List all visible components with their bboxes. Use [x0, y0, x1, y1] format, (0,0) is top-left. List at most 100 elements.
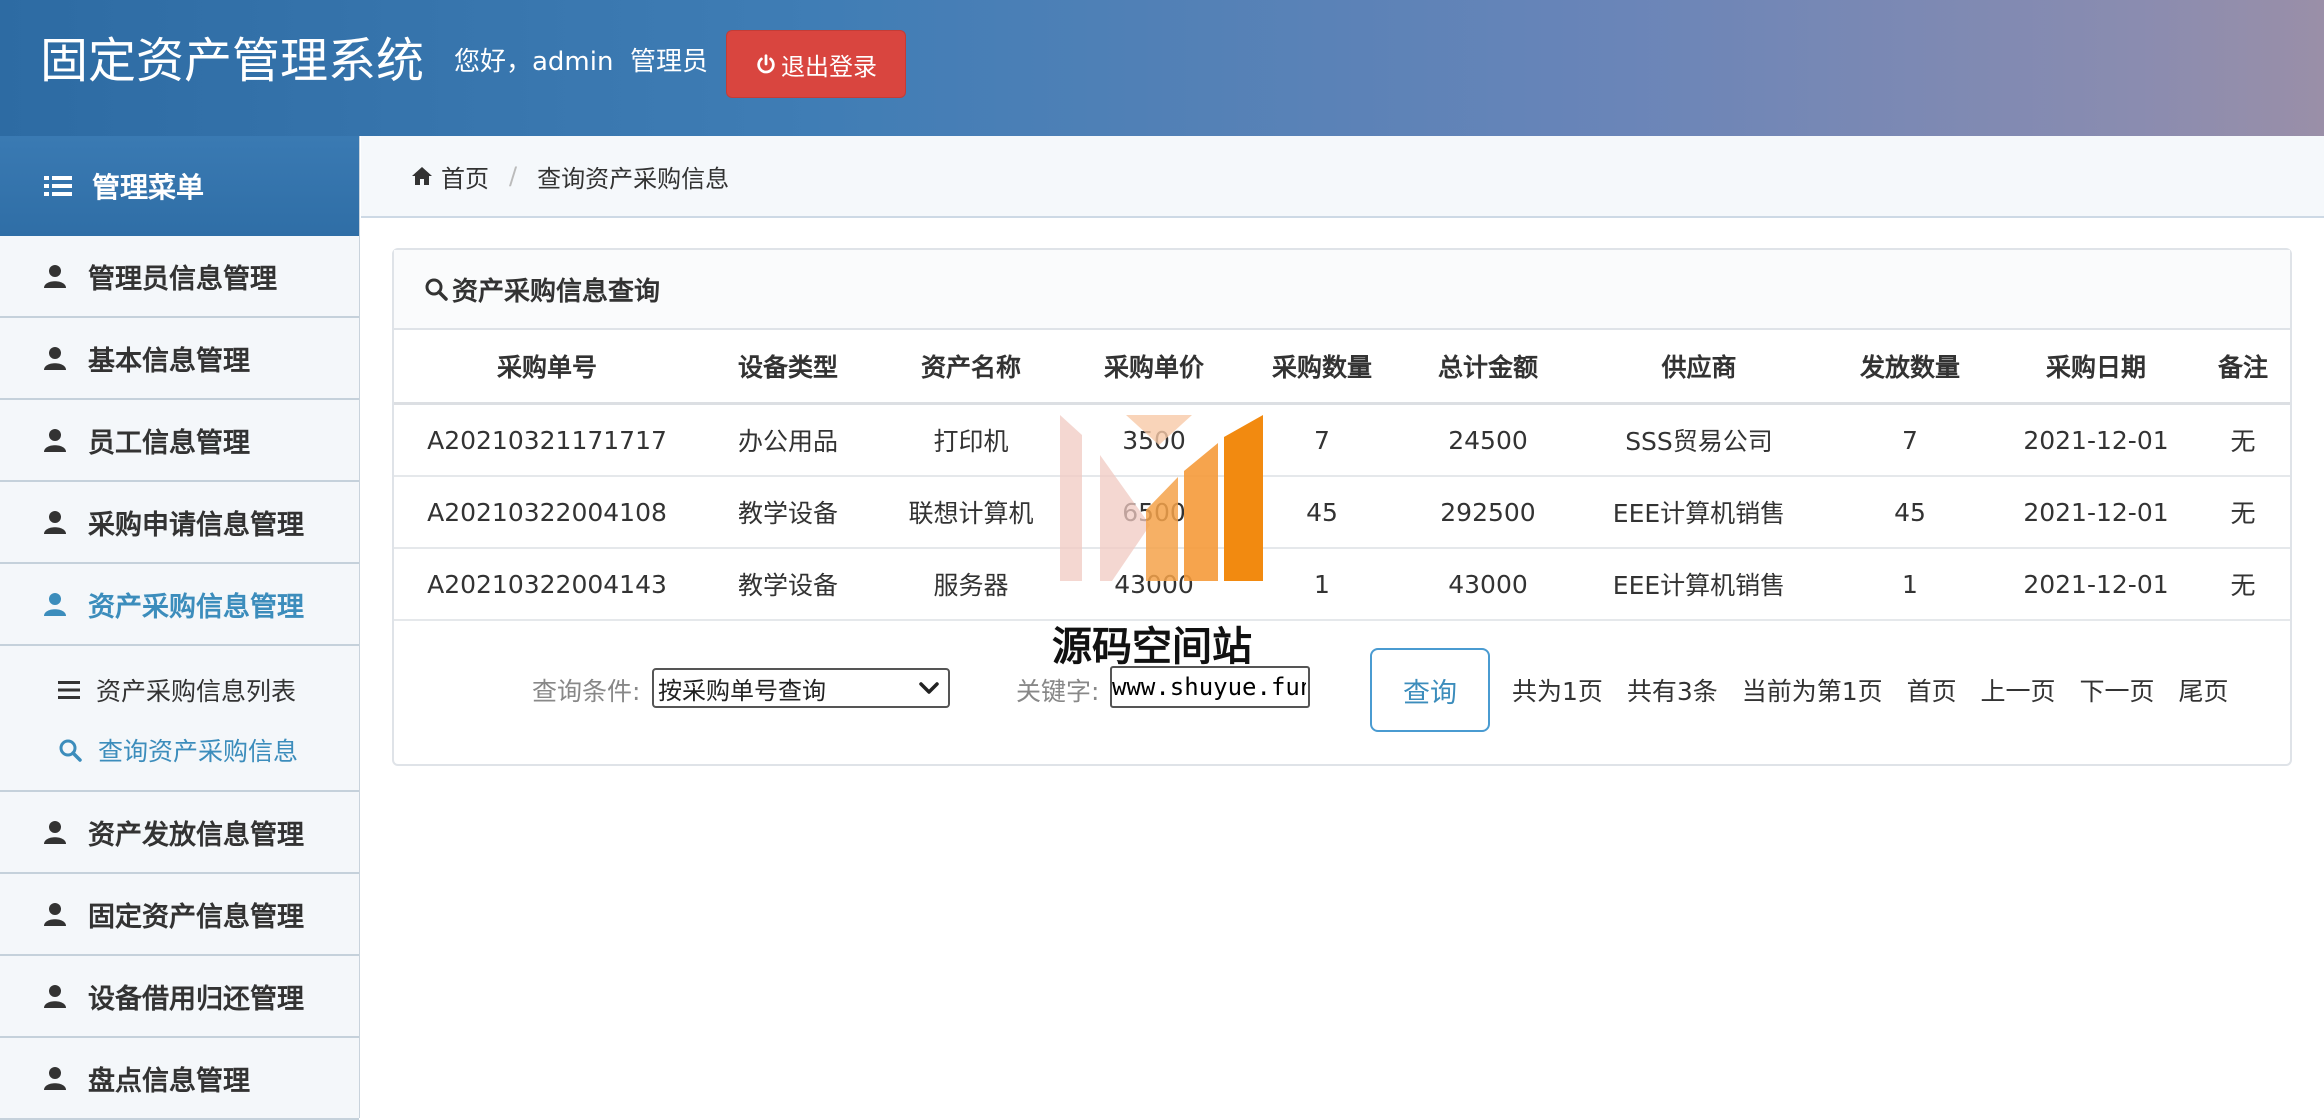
column-header: 资产名称 [876, 330, 1066, 405]
column-header: 总计金额 [1402, 330, 1574, 405]
table-cell: A20210321171717 [394, 403, 700, 477]
total-records: 共有3条 [1626, 677, 1718, 706]
top-header: 固定资产管理系统 您好，admin 管理员 退出登录 [0, 0, 2324, 136]
search-bar: 查询条件: 按采购单号查询 关键字: 查询 共为1页 共有3条 当前为第1页 首… [394, 648, 2290, 732]
condition-select[interactable]: 按采购单号查询 [652, 668, 950, 708]
table-header-row: 采购单号 设备类型 资产名称 采购单价 采购数量 总计金额 供应商 发放数量 采… [394, 330, 2290, 405]
table-cell: 无 [2196, 548, 2290, 621]
home-icon [412, 167, 432, 185]
table-cell: 24500 [1402, 403, 1574, 477]
submenu-item-label: 查询资产采购信息 [98, 737, 299, 766]
table-cell: EEE计算机销售 [1574, 476, 1824, 549]
table-cell: 7 [1824, 403, 1996, 477]
table-cell: 292500 [1402, 476, 1574, 549]
sidebar-item-label: 基本信息管理 [88, 345, 250, 377]
table-cell: 45 [1824, 476, 1996, 549]
table-cell: EEE计算机销售 [1574, 548, 1824, 621]
sidebar-item-employee-info[interactable]: 员工信息管理 [0, 400, 359, 482]
table-row: A20210322004143 教学设备 服务器 43000 1 43000 E… [394, 548, 2290, 621]
column-header: 采购单价 [1066, 330, 1242, 405]
sidebar-item-purchase-request[interactable]: 采购申请信息管理 [0, 482, 359, 564]
first-page-link[interactable]: 首页 [1907, 677, 1957, 706]
query-button[interactable]: 查询 [1370, 648, 1490, 732]
panel-header: 资产采购信息查询 [394, 250, 2290, 330]
pagination: 共为1页 共有3条 当前为第1页 首页 上一页 下一页 尾页 [1512, 672, 2245, 708]
table-cell: 打印机 [876, 403, 1066, 477]
purchase-table: 采购单号 设备类型 资产名称 采购单价 采购数量 总计金额 供应商 发放数量 采… [394, 330, 2290, 621]
table-cell: 服务器 [876, 548, 1066, 621]
last-page-link[interactable]: 尾页 [2178, 677, 2228, 706]
column-header: 备注 [2196, 330, 2290, 405]
table-cell: 办公用品 [700, 403, 876, 477]
breadcrumb-current: 查询资产采购信息 [537, 164, 730, 193]
sidebar-item-label: 资产发放信息管理 [88, 819, 304, 851]
user-icon [44, 429, 66, 452]
sidebar-item-inventory[interactable]: 盘点信息管理 [0, 1038, 359, 1120]
sidebar-item-admin-info[interactable]: 管理员信息管理 [0, 236, 359, 318]
sidebar: 管理菜单 管理员信息管理 基本信息管理 员工信息管理 采购申请信息管理 资产采购… [0, 136, 360, 1120]
sidebar-item-asset-distribution[interactable]: 资产发放信息管理 [0, 792, 359, 874]
keyword-input[interactable] [1110, 666, 1310, 708]
user-greeting: 您好，admin 管理员 [454, 47, 708, 77]
table-cell: 2021-12-01 [1996, 548, 2196, 621]
sidebar-item-label: 员工信息管理 [88, 427, 250, 459]
user-icon [44, 1067, 66, 1090]
panel-title: 资产采购信息查询 [452, 276, 661, 307]
column-header: 供应商 [1574, 330, 1824, 405]
next-page-link[interactable]: 下一页 [2080, 677, 2155, 706]
prev-page-link[interactable]: 上一页 [1981, 677, 2056, 706]
sidebar-item-label: 采购申请信息管理 [88, 509, 304, 541]
power-icon [757, 54, 775, 74]
table-row: A20210322004108 教学设备 联想计算机 6500 45 29250… [394, 476, 2290, 549]
sidebar-item-equipment-borrow[interactable]: 设备借用归还管理 [0, 956, 359, 1038]
breadcrumb-home-link[interactable]: 首页 [441, 159, 489, 194]
table-cell: 教学设备 [700, 548, 876, 621]
user-icon [44, 985, 66, 1008]
total-pages: 共为1页 [1512, 677, 1603, 706]
user-icon [44, 511, 66, 534]
submenu-item-label: 资产采购信息列表 [96, 677, 297, 706]
table-cell: 43000 [1402, 548, 1574, 621]
condition-label: 查询条件: [532, 677, 641, 706]
table-cell: 联想计算机 [876, 476, 1066, 549]
table-cell: 无 [2196, 476, 2290, 549]
logout-label: 退出登录 [781, 52, 877, 81]
sidebar-item-fixed-asset[interactable]: 固定资产信息管理 [0, 874, 359, 956]
list-icon [58, 681, 80, 699]
column-header: 设备类型 [700, 330, 876, 405]
table-cell: SSS贸易公司 [1574, 403, 1824, 477]
column-header: 采购单号 [394, 330, 700, 405]
condition-selected-value: 按采购单号查询 [658, 676, 826, 705]
list-icon [44, 176, 72, 196]
table-cell: 2021-12-01 [1996, 476, 2196, 549]
table-cell: 1 [1824, 548, 1996, 621]
user-icon [44, 593, 66, 616]
submenu-item-purchase-query[interactable]: 查询资产采购信息 [0, 720, 359, 780]
sidebar-item-label: 设备借用归还管理 [88, 983, 304, 1015]
asset-purchase-submenu: 资产采购信息列表 查询资产采购信息 [0, 646, 359, 792]
submenu-item-purchase-list[interactable]: 资产采购信息列表 [0, 660, 359, 720]
sidebar-item-label: 盘点信息管理 [88, 1065, 250, 1097]
user-icon [44, 821, 66, 844]
user-icon [44, 265, 66, 288]
table-row: A20210321171717 办公用品 打印机 3500 7 24500 SS… [394, 403, 2290, 477]
logout-button[interactable]: 退出登录 [726, 30, 906, 98]
breadcrumb: 首页 / 查询资产采购信息 [361, 136, 2324, 218]
watermark-text: 源码空间站 [1052, 624, 1252, 670]
sidebar-item-label: 固定资产信息管理 [88, 901, 304, 933]
keyword-label: 关键字: [1016, 677, 1100, 706]
menu-header: 管理菜单 [0, 136, 359, 236]
table-cell: 教学设备 [700, 476, 876, 549]
column-header: 发放数量 [1824, 330, 1996, 405]
column-header: 采购数量 [1242, 330, 1402, 405]
watermark-logo [1060, 415, 1263, 581]
table-cell: 无 [2196, 403, 2290, 477]
table-cell: A20210322004143 [394, 548, 700, 621]
search-icon [425, 278, 448, 301]
sidebar-item-asset-purchase[interactable]: 资产采购信息管理 [0, 564, 359, 646]
sidebar-item-basic-info[interactable]: 基本信息管理 [0, 318, 359, 400]
search-icon [59, 739, 82, 762]
current-page: 当前为第1页 [1741, 677, 1883, 706]
table-cell: 2021-12-01 [1996, 403, 2196, 477]
user-icon [44, 347, 66, 370]
